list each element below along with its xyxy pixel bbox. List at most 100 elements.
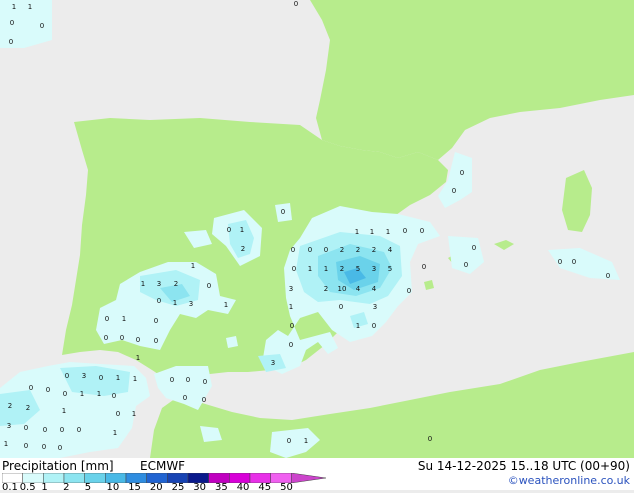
precip-value-label: 0 (112, 392, 116, 400)
precip-value-label: 0 (372, 322, 376, 330)
precip-value-label: 0 (9, 38, 13, 46)
precip-value-label: 3 (373, 303, 377, 311)
legend-tick-label: 0.5 (19, 482, 36, 493)
precip-value-label: 0 (339, 303, 343, 311)
legend-tick-label: 45 (258, 482, 272, 493)
precip-value-label: 1 (324, 265, 328, 273)
precip-value-label: 0 (24, 442, 28, 450)
precip-value-label: 1 (304, 437, 308, 445)
precip-value-label: 0 (227, 226, 231, 234)
precip-value-label: 0 (157, 297, 161, 305)
legend-tick-label: 10 (106, 482, 120, 493)
precip-value-label: 2 (340, 265, 344, 273)
precip-value-label: 1 (62, 407, 66, 415)
precip-value-label: 0 (428, 435, 432, 443)
precip-value-label: 1 (173, 299, 177, 307)
precip-value-label: 0 (422, 263, 426, 271)
precip-value-label: 2 (174, 280, 178, 288)
precip-value-label: 0 (42, 443, 46, 451)
legend-tick-label: 30 (193, 482, 207, 493)
precip-value-label: 0 (202, 396, 206, 404)
precip-value-label: 0 (154, 317, 158, 325)
precip-value-label: 1 (12, 3, 16, 11)
precip-value-label: 0 (170, 376, 174, 384)
legend-tick-label: 20 (149, 482, 163, 493)
precip-value-label: 0 (203, 378, 207, 386)
precip-value-label: 3 (289, 285, 293, 293)
precip-value-label: 0 (292, 265, 296, 273)
precip-value-label: 1 (122, 315, 126, 323)
precip-value-label: 3 (271, 359, 275, 367)
precip-value-label: 4 (372, 285, 377, 293)
precip-value-label: 0 (43, 426, 47, 434)
precip-value-label: 5 (356, 265, 360, 273)
precip-value-label: 0 (558, 258, 562, 266)
precip-value-label: 5 (388, 265, 392, 273)
map-canvas: 1 1 0 0 0 0 0 0 0 0 0 0 0 0 0 1 2 1 1 1 0 0 0 0 0 2 2 2 4 0 1 1 2 5 3 5 0 3 2 1… (0, 0, 634, 458)
precip-value-label: 1 (113, 429, 117, 437)
precip-value-label: 1 (132, 410, 136, 418)
precip-value-label: 1 (386, 228, 390, 236)
precip-value-label: 3 (189, 300, 193, 308)
precip-value-label: 1 (370, 228, 374, 236)
precip-value-label: 3 (157, 280, 161, 288)
precip-value-label: 0 (186, 376, 190, 384)
legend-tick-label: 0.1 (2, 482, 18, 493)
precip-value-label: 1 (4, 440, 8, 448)
legend-title: Precipitation [mm] (2, 459, 114, 473)
precip-value-label: 0 (183, 394, 187, 402)
precip-value-label: 0 (289, 341, 293, 349)
precip-value-label: 0 (154, 337, 158, 345)
precip-value-label: 0 (63, 390, 67, 398)
precipitation-map: 1 1 0 0 0 0 0 0 0 0 0 0 0 0 0 1 2 1 1 1 0 0 0 0 0 2 2 2 4 0 1 1 2 5 3 5 0 3 2 1… (0, 0, 634, 458)
precip-value-label: 0 (464, 261, 468, 269)
precip-value-label: 0 (281, 208, 285, 216)
precip-value-label: 1 (80, 390, 84, 398)
precip-value-label: 1 (240, 226, 244, 234)
precip-value-label: 1 (355, 228, 359, 236)
precip-value-label: 0 (10, 19, 14, 27)
precip-value-label: 0 (606, 272, 610, 280)
precip-value-label: 1 (191, 262, 195, 270)
precip-value-label: 0 (291, 246, 295, 254)
model-name: ECMWF (140, 459, 186, 473)
precip-value-label: 0 (290, 322, 294, 330)
precip-value-label: 0 (308, 246, 312, 254)
precip-value-label: 3 (82, 372, 86, 380)
legend-tick-label: 40 (236, 482, 250, 493)
precip-value-label: 0 (136, 336, 140, 344)
legend-tick-label: 15 (128, 482, 141, 493)
precip-value-label: 3 (372, 265, 376, 273)
precip-value-label: 2 (356, 246, 360, 254)
precip-value-label: 1 (97, 390, 101, 398)
legend-swatch (291, 473, 327, 483)
precip-value-label: 1 (289, 303, 293, 311)
forecast-datetime: Su 14-12-2025 15..18 UTC (00+90) (417, 459, 630, 473)
precip-value-label: 0 (104, 334, 108, 342)
precip-value-label: 4 (356, 285, 361, 293)
copyright-link[interactable]: ©weatheronline.co.uk (508, 474, 630, 487)
precip-value-label: 2 (340, 246, 344, 254)
precip-value-label: 1 (136, 354, 140, 362)
precip-value-label: 1 (133, 375, 137, 383)
precip-value-label: 0 (58, 444, 62, 452)
footer-bar: Precipitation [mm] ECMWF Su 14-12-2025 1… (0, 458, 634, 493)
precip-value-label: 2 (372, 246, 376, 254)
legend-tick-label: 25 (171, 482, 185, 493)
precip-value-label: 0 (65, 372, 69, 380)
precip-value-label: 0 (403, 227, 407, 235)
precip-value-label: 0 (472, 244, 476, 252)
precip-value-label: 0 (24, 424, 28, 432)
legend-tick-label: 50 (280, 482, 293, 493)
precip-value-label: 0 (77, 426, 81, 434)
precip-value-label: 0 (420, 227, 424, 235)
precip-value-label: 1 (116, 374, 120, 382)
precip-value-label: 0 (105, 315, 109, 323)
precip-value-label: 1 (356, 322, 360, 330)
precip-value-label: 2 (26, 404, 30, 412)
precip-value-label: 0 (40, 22, 44, 30)
legend-tick-label: 1 (41, 482, 48, 493)
precip-value-label: 4 (388, 246, 393, 254)
precip-value-label: 1 (308, 265, 312, 273)
precip-value-label: 2 (324, 285, 328, 293)
